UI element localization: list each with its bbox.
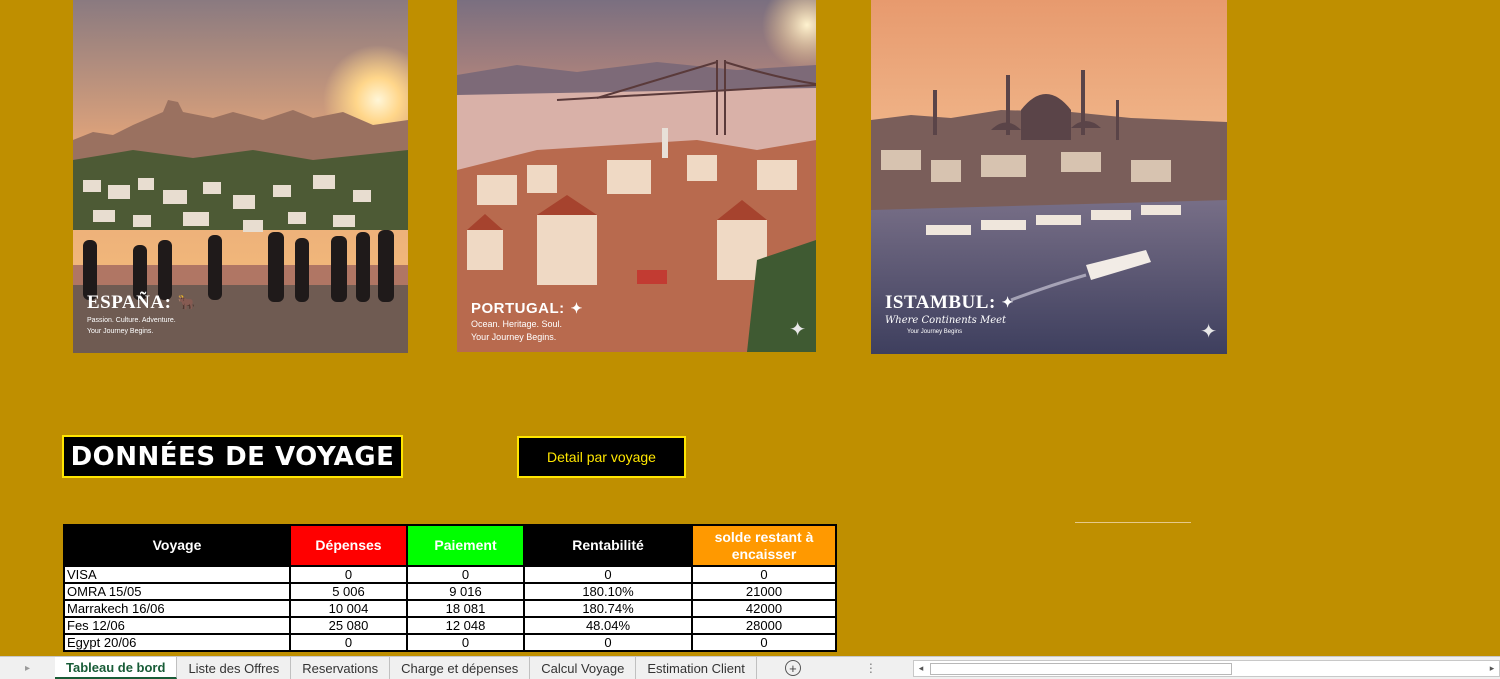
cell-solde[interactable]: 0 [691, 633, 837, 652]
tab-scroll-icon[interactable]: ▸ [0, 657, 55, 679]
istambul-caption: ISTAMBUL: ✦ Where Continents Meet Your Jo… [885, 292, 1014, 337]
cell-depenses[interactable]: 25 080 [289, 616, 408, 635]
table-row: Egypt 20/06 0 0 0 0 [63, 633, 837, 652]
portugal-caption: PORTUGAL: ✦ Ocean. Heritage. Soul. Your J… [471, 300, 583, 343]
cell-voyage[interactable]: Egypt 20/06 [63, 633, 291, 652]
header-paiement[interactable]: Paiement [406, 524, 525, 567]
cell-depenses[interactable]: 10 004 [289, 599, 408, 618]
tab-splitter-icon[interactable]: ⋮ [865, 657, 877, 679]
istambul-title: ISTAMBUL: [885, 292, 996, 313]
voyage-data-table: Voyage Dépenses Paiement Rentabilité sol… [63, 524, 837, 652]
horizontal-scrollbar[interactable]: ◂ ▸ [913, 660, 1500, 677]
cell-paiement[interactable]: 12 048 [406, 616, 525, 635]
istambul-journey: Your Journey Begins [907, 329, 963, 335]
tab-reservations[interactable]: Reservations [291, 657, 391, 679]
add-sheet-button[interactable]: + [781, 657, 805, 679]
header-rentabilite[interactable]: Rentabilité [523, 524, 693, 567]
portugal-journey: Your Journey Begins. [471, 332, 557, 342]
star-icon: ✦ [1001, 295, 1015, 311]
header-voyage[interactable]: Voyage [63, 524, 291, 567]
cell-voyage[interactable]: OMRA 15/05 [63, 582, 291, 601]
cell-paiement[interactable]: 0 [406, 633, 525, 652]
cell-depenses[interactable]: 0 [289, 633, 408, 652]
table-header-row: Voyage Dépenses Paiement Rentabilité sol… [63, 524, 837, 567]
star-icon: ✦ [570, 300, 583, 316]
espana-tagline: Passion. Culture. Adventure. [87, 317, 176, 324]
sparkle-icon: ✦ [1200, 321, 1217, 343]
cell-paiement[interactable]: 0 [406, 565, 525, 584]
scroll-right-icon[interactable]: ▸ [1485, 661, 1499, 676]
tab-charge-et-depenses[interactable]: Charge et dépenses [390, 657, 531, 679]
cell-rentabilite[interactable]: 48.04% [523, 616, 693, 635]
cell-paiement[interactable]: 9 016 [406, 582, 525, 601]
tab-tableau-de-bord[interactable]: Tableau de bord [55, 657, 178, 679]
plus-icon: + [784, 660, 801, 676]
cell-paiement[interactable]: 18 081 [406, 599, 525, 618]
espana-title: ESPAÑA: [87, 292, 172, 313]
tab-liste-des-offres[interactable]: Liste des Offres [177, 657, 292, 679]
table-row: Fes 12/06 25 080 12 048 48.04% 28000 [63, 616, 837, 635]
cell-voyage[interactable]: Marrakech 16/06 [63, 599, 291, 618]
cell-rentabilite[interactable]: 180.10% [523, 582, 693, 601]
bull-icon: 🐂 [177, 295, 196, 311]
tab-estimation-client[interactable]: Estimation Client [636, 657, 757, 679]
sheet-tab-bar: ▸ Tableau de bord Liste des Offres Reser… [0, 656, 1500, 679]
tab-calcul-voyage[interactable]: Calcul Voyage [530, 657, 637, 679]
cell-rentabilite[interactable]: 0 [523, 565, 693, 584]
cell-rentabilite[interactable]: 180.74% [523, 599, 693, 618]
detail-par-voyage-button[interactable]: Detail par voyage [517, 436, 686, 478]
cell-depenses[interactable]: 5 006 [289, 582, 408, 601]
scroll-left-icon[interactable]: ◂ [914, 661, 928, 676]
espana-journey: Your Journey Begins. [87, 328, 154, 335]
scrollbar-thumb[interactable] [930, 663, 1232, 675]
cell-rentabilite[interactable]: 0 [523, 633, 693, 652]
portugal-tagline: Ocean. Heritage. Soul. [471, 319, 563, 329]
cell-solde[interactable]: 21000 [691, 582, 837, 601]
cell-solde[interactable]: 28000 [691, 616, 837, 635]
cell-voyage[interactable]: Fes 12/06 [63, 616, 291, 635]
portugal-title: PORTUGAL: [471, 300, 565, 317]
cell-solde[interactable]: 42000 [691, 599, 837, 618]
cell-voyage[interactable]: VISA [63, 565, 291, 584]
poster-portugal: PORTUGAL: ✦ Ocean. Heritage. Soul. Your J… [457, 0, 816, 352]
espana-caption: ESPAÑA: 🐂 Passion. Culture. Adventure. Yo… [87, 292, 195, 336]
table-row: Marrakech 16/06 10 004 18 081 180.74% 42… [63, 599, 837, 618]
table-row: OMRA 15/05 5 006 9 016 180.10% 21000 [63, 582, 837, 601]
cell-solde[interactable]: 0 [691, 565, 837, 584]
poster-espana: ESPAÑA: 🐂 Passion. Culture. Adventure. Yo… [73, 0, 408, 353]
divider-line [1075, 522, 1191, 523]
cell-depenses[interactable]: 0 [289, 565, 408, 584]
sparkle-icon: ✦ [789, 319, 806, 341]
header-solde[interactable]: solde restant à encaisser [691, 524, 837, 567]
page-title: DONNÉES DE VOYAGE [62, 435, 403, 478]
header-depenses[interactable]: Dépenses [289, 524, 408, 567]
poster-istambul: ISTAMBUL: ✦ Where Continents Meet Your Jo… [871, 0, 1227, 354]
table-row: VISA 0 0 0 0 [63, 565, 837, 584]
istambul-tagline: Where Continents Meet [885, 315, 1007, 326]
